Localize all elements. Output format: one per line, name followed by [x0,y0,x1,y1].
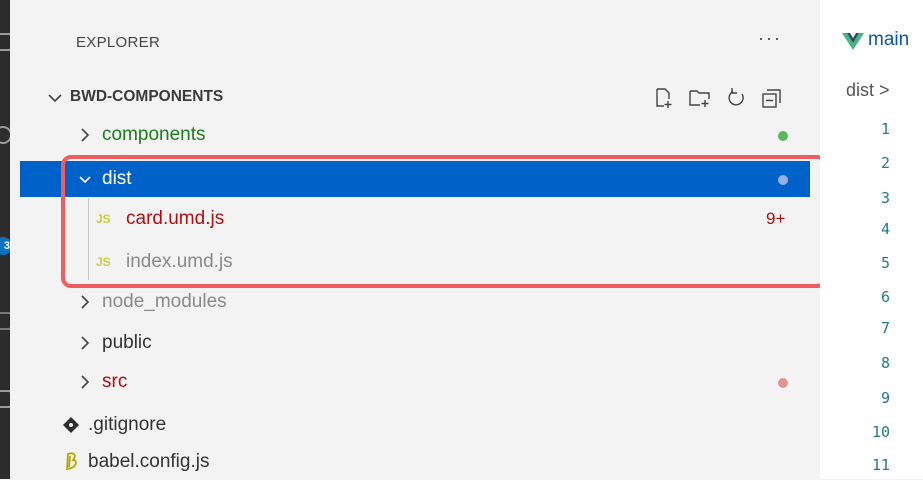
tree-item-label: node_modules [102,291,227,312]
tree-item-label: components [102,124,206,145]
tree-folder-node-modules[interactable]: node_modules [20,284,810,320]
more-actions-icon[interactable]: ··· [758,28,782,49]
explorer-title: EXPLORER [76,34,161,51]
new-file-icon[interactable] [652,86,676,110]
line-number: 10 [871,423,890,441]
tree-item-label: src [102,371,128,392]
tree-item-label: .gitignore [88,414,167,435]
refresh-icon[interactable] [724,86,748,110]
vue-icon [842,33,864,50]
status-dot [778,378,788,388]
workspace-title: BWD-COMPONENTS [70,88,224,105]
chevron-right-icon [81,336,90,350]
git-icon [63,417,79,433]
collapse-all-icon[interactable] [760,86,784,110]
line-number: 4 [880,220,890,238]
tree-file-babel-config-js[interactable]: babel.config.js [20,444,810,480]
babel-icon [66,452,77,471]
line-number: 3 [880,189,890,207]
line-number: 1 [880,120,890,138]
activity-bar: 3 [0,0,12,479]
highlight-annotation [61,155,827,288]
breadcrumb[interactable]: dist > [846,80,890,101]
status-dot [778,131,788,141]
editor-pane: main dist > 1 2 3 4 5 6 7 8 9 10 11 [820,0,923,479]
chevron-right-icon [81,128,90,142]
editor-tab-main[interactable]: main [820,0,923,76]
chevron-right-icon [81,375,90,389]
tree-item-label: public [102,332,152,353]
tree-folder-components[interactable]: components [20,117,810,153]
line-number: 11 [871,456,890,474]
line-number: 6 [880,288,890,306]
tree-folder-src[interactable]: src [20,364,810,400]
line-number: 2 [880,154,890,172]
chevron-down-icon [48,94,62,103]
tree-file-gitignore[interactable]: .gitignore [20,407,810,443]
new-folder-icon[interactable] [688,86,712,110]
explorer-sidebar: EXPLORER ··· BWD-COMPONENTS components d… [10,0,827,480]
chevron-right-icon [81,295,90,309]
line-number: 9 [880,389,890,407]
line-number: 5 [880,254,890,272]
tab-label: main [868,29,910,50]
workspace-section-header[interactable]: BWD-COMPONENTS [46,86,820,110]
line-number: 7 [880,319,890,337]
tree-folder-public[interactable]: public [20,325,810,361]
line-number: 8 [880,354,890,372]
tree-item-label: babel.config.js [88,451,210,472]
